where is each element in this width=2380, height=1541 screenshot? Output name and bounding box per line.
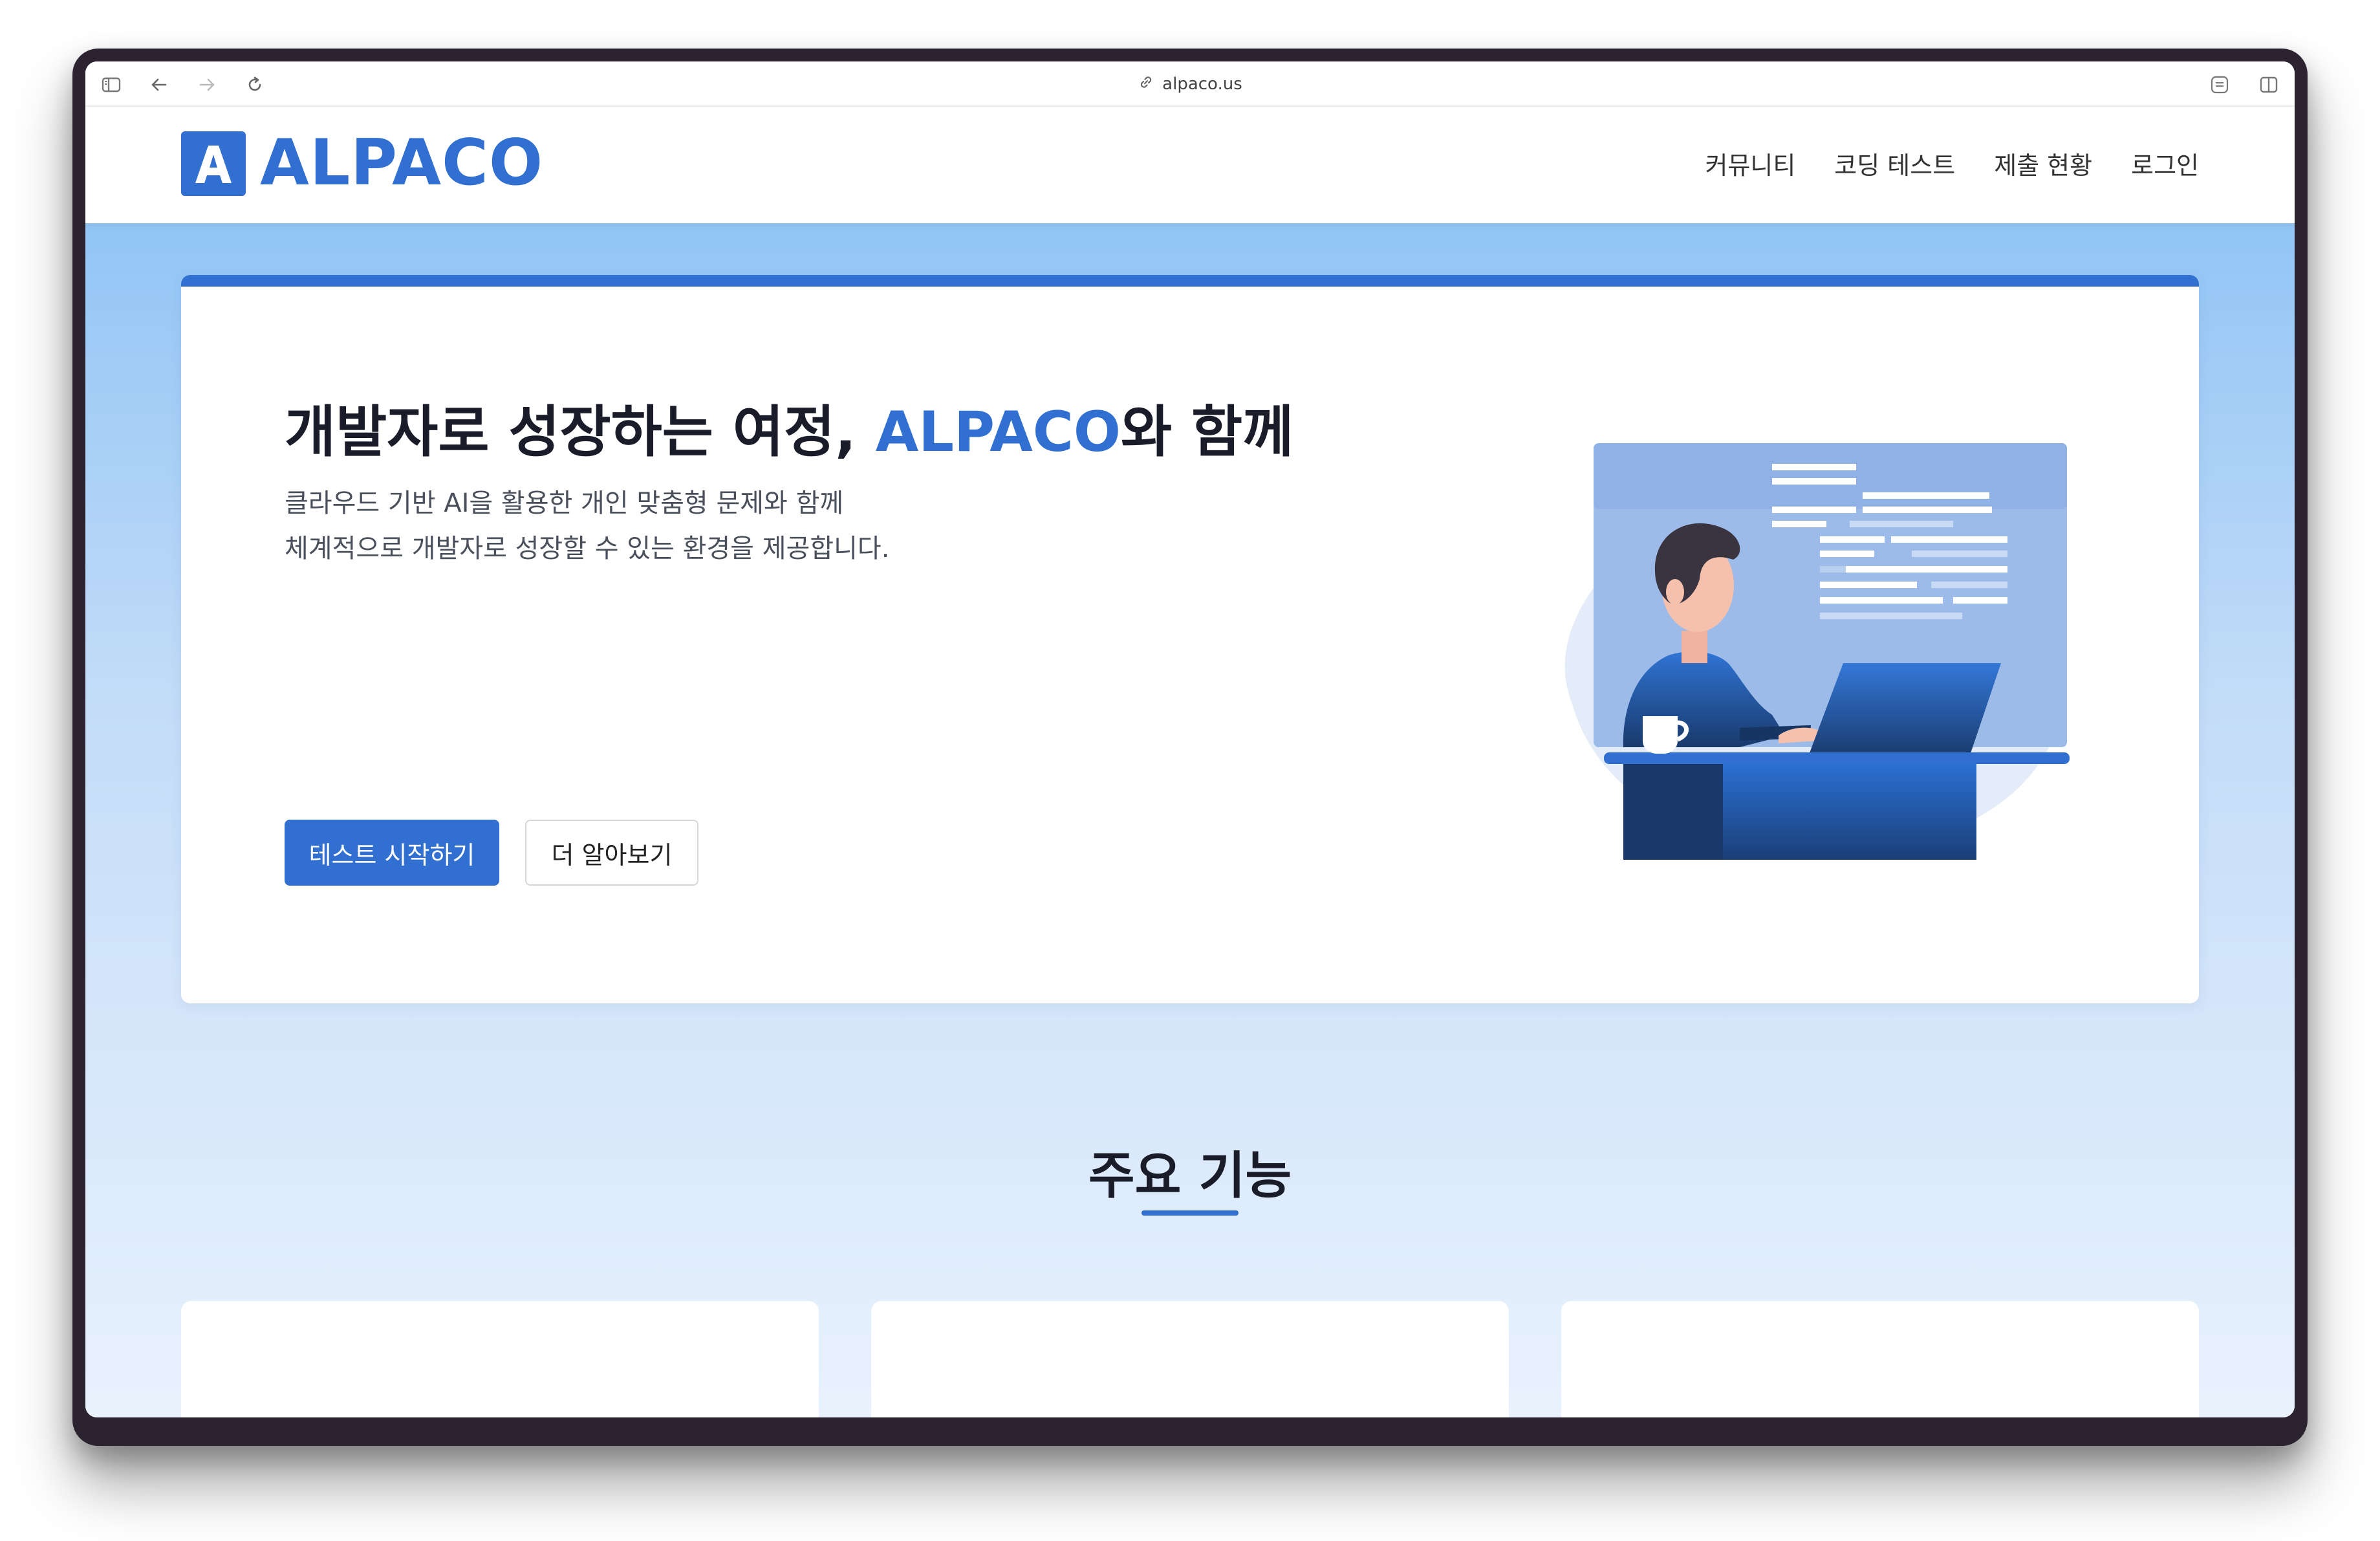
feature-card-title: 📁 내 저장소 (1612, 1406, 1826, 1417)
nav-submissions[interactable]: 제출 현황 (1994, 146, 2092, 181)
browser-window: alpaco.us ALPACO 커뮤니티 코딩 테스트 제출 현황 로그인 개… (85, 61, 2295, 1417)
hero-card: 개발자로 성장하는 여정, ALPACO와 함께 클라우드 기반 AI을 활용한… (181, 275, 2199, 1003)
nav-community[interactable]: 커뮤니티 (1705, 146, 1795, 181)
hero-title-accent: ALPACO (875, 400, 1121, 464)
logo-text[interactable]: ALPACO (260, 126, 543, 200)
learn-more-button[interactable]: 더 알아보기 (525, 820, 698, 886)
laptop-icon: 💻 (922, 1414, 965, 1417)
folder-icon: 📁 (1612, 1414, 1655, 1417)
logo-a-icon (195, 146, 232, 183)
logo-mark[interactable] (181, 131, 246, 196)
nav-login[interactable]: 로그인 (2131, 146, 2199, 181)
hero-desc-line-1: 클라우드 기반 AI을 활용한 개인 맞춤형 문제와 함께 (285, 488, 844, 518)
link-icon (1138, 74, 1154, 95)
address-bar[interactable]: alpaco.us (85, 71, 2295, 98)
site-header: ALPACO 커뮤니티 코딩 테스트 제출 현황 로그인 (85, 107, 2295, 223)
hero-title-suffix: 와 함께 (1120, 400, 1294, 464)
features-title: 주요 기능 (1088, 1147, 1292, 1205)
url-text: alpaco.us (1162, 74, 1242, 94)
start-test-button[interactable]: 테스트 시작하기 (285, 820, 499, 886)
feature-card-label: 코딩 테스트 (974, 1406, 1173, 1417)
developer-illustration (1564, 443, 2070, 860)
page-content: 개발자로 성장하는 여정, ALPACO와 함께 클라우드 기반 AI을 활용한… (85, 223, 2295, 1417)
hero-title-prefix: 개발자로 성장하는 여정, (285, 400, 876, 464)
feature-card-label: 커뮤니티 (284, 1406, 431, 1417)
split-view-icon[interactable] (2258, 74, 2279, 95)
hero-title: 개발자로 성장하는 여정, ALPACO와 함께 (285, 386, 1293, 467)
people-icon: 👥 (232, 1414, 275, 1417)
reader-icon[interactable] (2209, 74, 2230, 95)
feature-card-repository[interactable]: 📁 내 저장소 (1561, 1301, 2199, 1417)
device-frame: alpaco.us ALPACO 커뮤니티 코딩 테스트 제출 현황 로그인 개… (72, 49, 2308, 1446)
features-title-underline (1141, 1210, 1239, 1216)
nav-coding-test[interactable]: 코딩 테스트 (1834, 146, 1955, 181)
hero-description: 클라우드 기반 AI을 활용한 개인 맞춤형 문제와 함께 체계적으로 개발자로… (285, 481, 889, 571)
feature-card-title: 👥 커뮤니티 (232, 1406, 431, 1417)
hero-accent-bar (181, 275, 2199, 287)
main-nav: 커뮤니티 코딩 테스트 제출 현황 로그인 (1705, 146, 2199, 181)
browser-toolbar: alpaco.us (85, 61, 2295, 107)
feature-card-community[interactable]: 👥 커뮤니티 (181, 1301, 819, 1417)
feature-card-title: 💻 코딩 테스트 (922, 1406, 1173, 1417)
hero-desc-line-2: 체계적으로 개발자로 성장할 수 있는 환경을 제공합니다. (285, 534, 890, 563)
feature-card-coding-test[interactable]: 💻 코딩 테스트 (871, 1301, 1509, 1417)
feature-card-label: 내 저장소 (1664, 1406, 1826, 1417)
